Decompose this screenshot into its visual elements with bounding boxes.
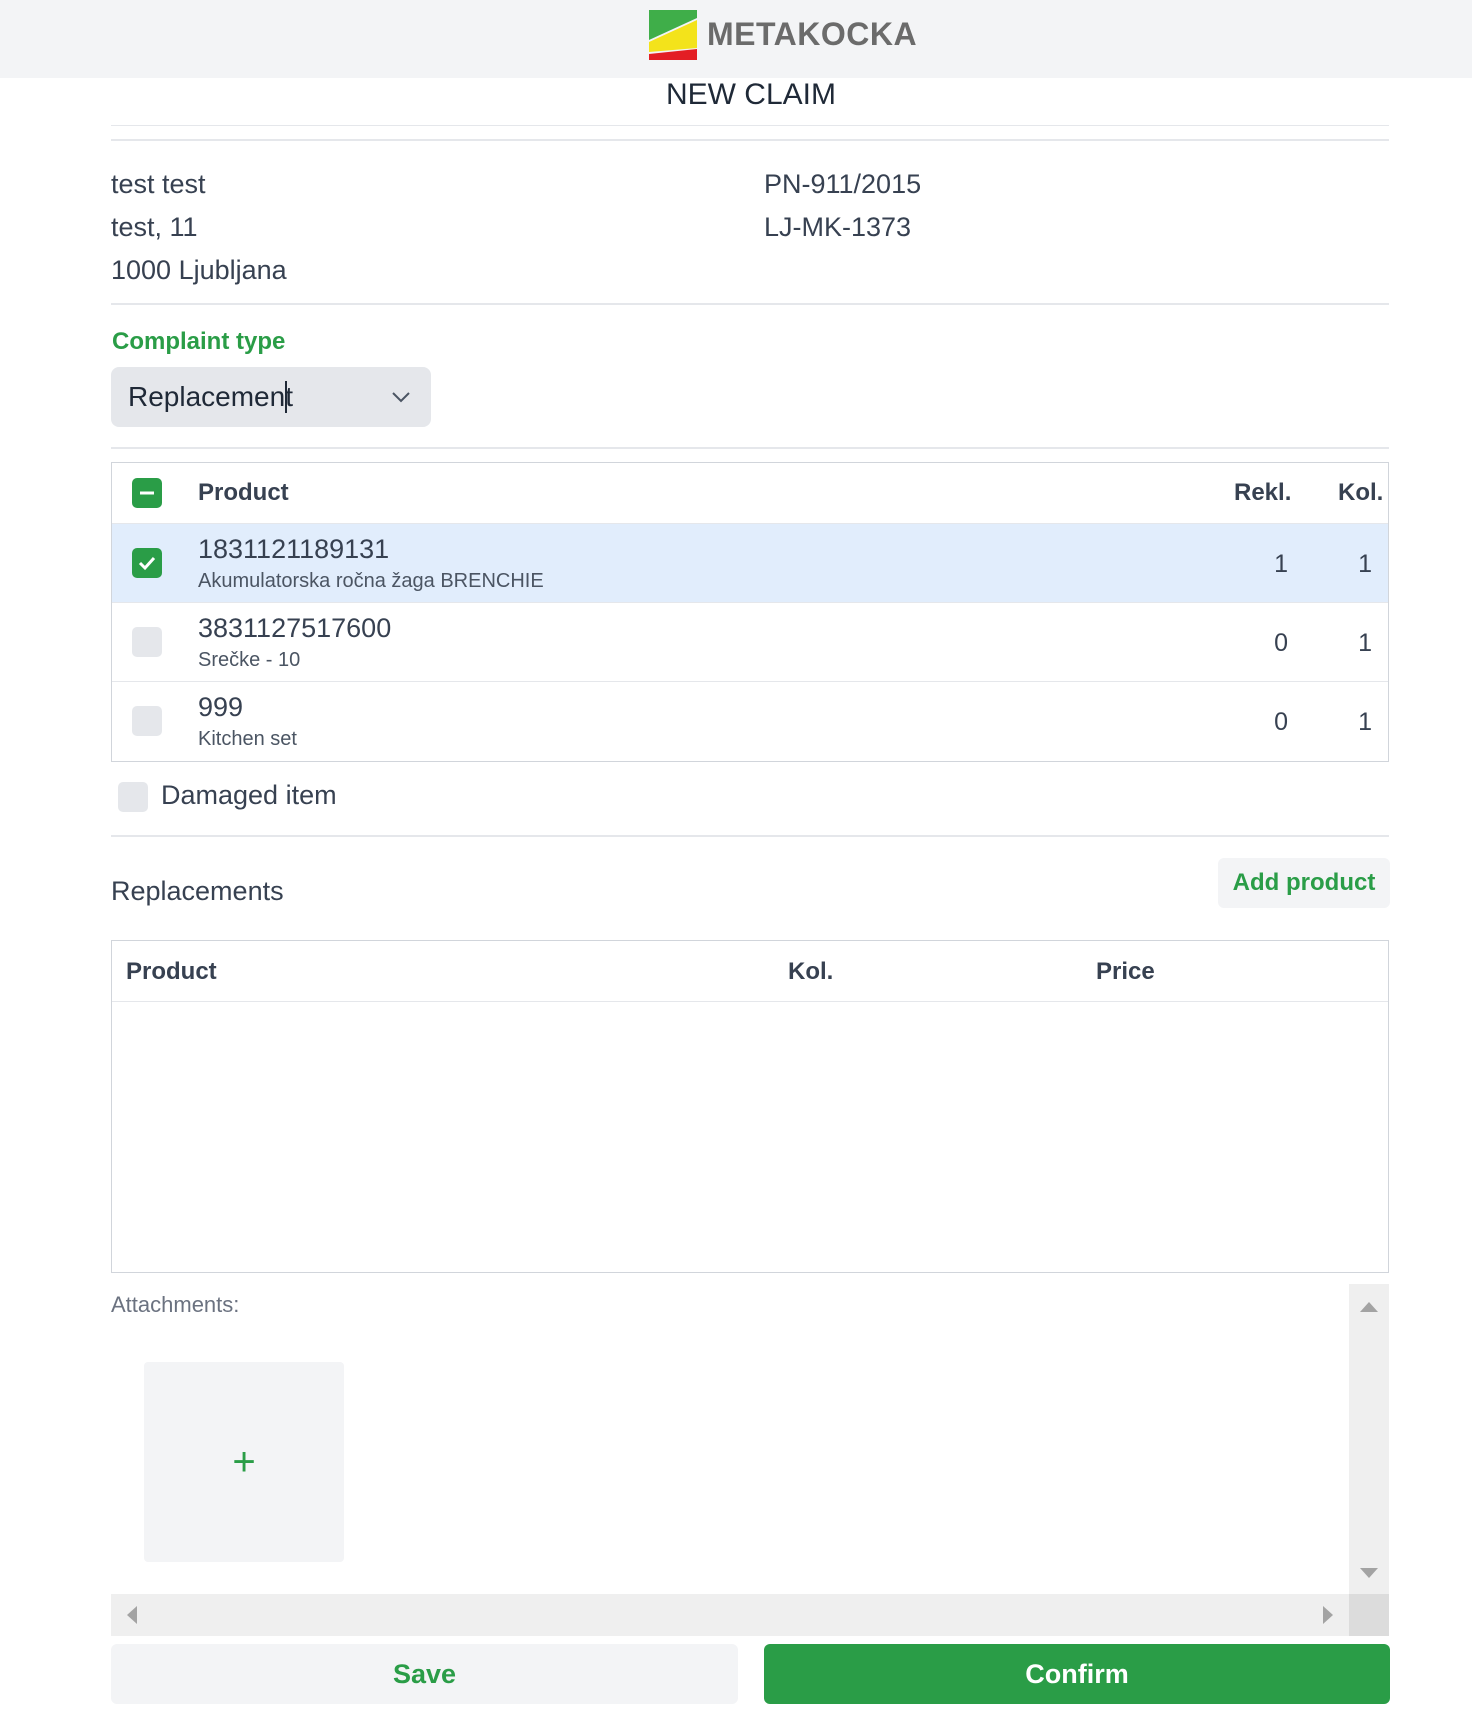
complaint-type-select[interactable]: Replacement [111,367,431,427]
rekl-value[interactable]: 0 [1274,629,1288,658]
document-code: LJ-MK-1373 [764,212,912,242]
divider [111,125,1389,126]
divider [111,139,1389,141]
table-row[interactable]: 3831127517600 Srečke - 10 0 1 [112,602,1388,682]
product-name: Srečke - 10 [198,649,301,671]
column-header-product: Product [198,479,289,506]
scroll-left-icon[interactable] [127,1606,137,1624]
column-header-rekl: Rekl. [1234,479,1292,506]
column-header-product: Product [126,958,217,985]
damaged-item-checkbox[interactable] [118,782,148,812]
complaint-type-value: Replacement [128,381,293,412]
row-checkbox[interactable] [132,548,162,578]
product-name: Kitchen set [198,728,297,750]
divider [111,835,1389,837]
select-all-checkbox[interactable] [132,478,162,508]
page-title: NEW CLAIM [665,78,836,111]
scroll-right-icon[interactable] [1323,1606,1333,1624]
scroll-up-icon[interactable] [1360,1302,1378,1312]
product-code: 3831127517600 [198,613,392,643]
customer-city: 1000 Ljubljana [111,255,287,285]
customer-name: test test [111,169,206,199]
metakocka-logo: METAKOCKA [647,8,917,60]
column-header-kol: Kol. [788,958,834,985]
add-attachment-button[interactable]: + [144,1362,344,1562]
horizontal-scrollbar[interactable] [111,1594,1349,1636]
product-name: Akumulatorska ročna žaga BRENCHIE [198,570,544,592]
top-bar: METAKOCKA [0,0,1472,78]
chevron-down-icon [392,392,410,403]
document-number: PN-911/2015 [764,169,922,199]
row-checkbox[interactable] [132,706,162,736]
kol-value: 1 [1358,629,1372,657]
table-row[interactable]: 1831121189131 Akumulatorska ročna žaga B… [112,523,1388,603]
add-product-button[interactable]: Add product [1218,858,1390,908]
row-checkbox[interactable] [132,627,162,657]
rekl-value[interactable]: 0 [1274,708,1288,737]
product-code: 1831121189131 [198,534,390,564]
checkmark-icon [138,556,156,571]
rekl-value[interactable]: 1 [1274,550,1288,579]
attachments-label: Attachments: [111,1292,240,1317]
products-table-header: Product Rekl. Kol. [112,463,1388,523]
plus-icon: + [232,1440,256,1484]
replacements-title: Replacements [111,876,284,906]
logo-text: METAKOCKA [707,15,918,52]
divider [111,303,1389,305]
text-caret [285,381,287,413]
product-code: 999 [198,692,244,722]
kol-value: 1 [1358,550,1372,578]
replacements-table-header: Product Kol. Price [112,941,1388,1002]
customer-info: test test test, 11 1000 Ljubljana [111,163,287,292]
logo-icon [649,10,697,60]
save-button[interactable]: Save [111,1644,738,1704]
replacements-table: Product Kol. Price [111,940,1389,1273]
scroll-down-icon[interactable] [1360,1568,1378,1578]
vertical-scrollbar[interactable] [1349,1284,1389,1594]
divider [111,447,1389,449]
minus-icon [140,491,154,495]
document-info: PN-911/2015 LJ-MK-1373 [764,163,921,249]
table-row[interactable]: 999 Kitchen set 0 1 [112,681,1388,762]
scrollbar-corner [1349,1594,1389,1636]
customer-address: test, 11 [111,212,198,242]
products-table: Product Rekl. Kol. 1831121189131 Akumula… [111,462,1389,762]
column-header-kol: Kol. [1338,479,1384,506]
confirm-button[interactable]: Confirm [764,1644,1390,1704]
damaged-item-label[interactable]: Damaged item [161,780,337,811]
column-header-price: Price [1096,958,1155,985]
complaint-type-label: Complaint type [112,328,286,355]
kol-value: 1 [1358,708,1372,736]
